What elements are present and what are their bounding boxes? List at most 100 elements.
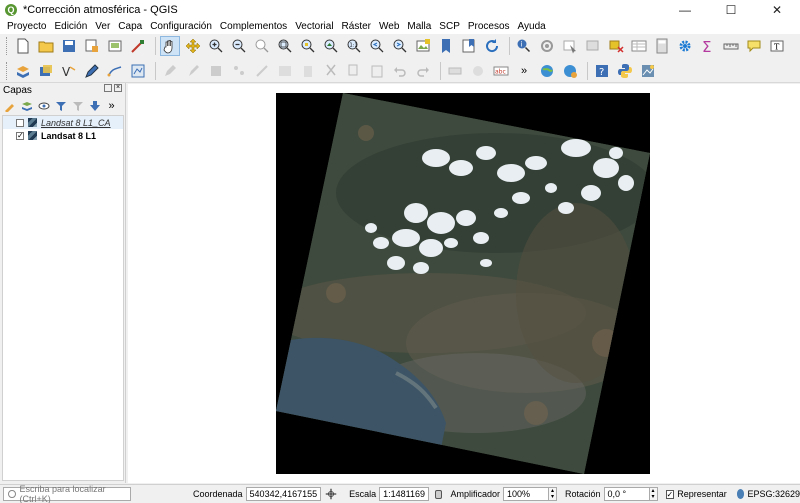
select-by-value-icon[interactable] (583, 36, 603, 56)
save-project-icon[interactable] (59, 36, 79, 56)
label-tool-icon[interactable] (445, 61, 465, 81)
print-layout-icon[interactable] (105, 36, 125, 56)
panel-overflow-icon[interactable]: » (105, 100, 118, 113)
add-group-icon[interactable] (20, 100, 33, 113)
zoom-in-icon[interactable] (206, 36, 226, 56)
coordinate-toggle-icon[interactable] (324, 487, 338, 501)
label-abc-icon[interactable]: abc (491, 61, 511, 81)
filter-legend-icon[interactable] (54, 100, 67, 113)
menu-scp[interactable]: SCP (435, 20, 464, 34)
zoom-to-layer-icon[interactable] (321, 36, 341, 56)
menu-complementos[interactable]: Complementos (216, 20, 291, 34)
save-as-icon[interactable] (82, 36, 102, 56)
rotation-spin-arrows-icon[interactable]: ▴ ▾ (649, 487, 658, 501)
toolbar-overflow-icon[interactable]: » (514, 61, 534, 81)
menu-capa[interactable]: Capa (114, 20, 146, 34)
zoom-full-icon[interactable] (275, 36, 295, 56)
digitize-icon[interactable] (105, 61, 125, 81)
scp-plugin-icon[interactable] (36, 61, 56, 81)
expand-all-icon[interactable] (88, 100, 101, 113)
add-feature-icon[interactable] (229, 61, 249, 81)
panel-close-icon[interactable]: × (114, 84, 122, 92)
edit-pencil-icon[interactable] (82, 61, 102, 81)
layer-visibility-checkbox[interactable] (16, 118, 24, 127)
paste-features-icon[interactable] (367, 61, 387, 81)
menu-procesos[interactable]: Procesos (464, 20, 514, 34)
refresh-icon[interactable] (482, 36, 502, 56)
menu-raster[interactable]: Ráster (338, 20, 375, 34)
menu-proyecto[interactable]: Proyecto (3, 20, 50, 34)
redo-icon[interactable] (413, 61, 433, 81)
map-tips-icon[interactable] (744, 36, 764, 56)
manage-visibility-icon[interactable] (37, 100, 50, 113)
python-console-icon[interactable] (615, 61, 635, 81)
layer-item[interactable]: Landsat 8 L1_CA (3, 116, 123, 129)
menu-ver[interactable]: Ver (91, 20, 114, 34)
zoom-out-icon[interactable] (229, 36, 249, 56)
vertex-editor-icon[interactable] (128, 61, 148, 81)
data-source-manager-icon[interactable] (13, 61, 33, 81)
deselect-all-icon[interactable] (606, 36, 626, 56)
attribute-table-icon[interactable] (629, 36, 649, 56)
pan-hand-icon[interactable] (160, 36, 180, 56)
show-bookmarks-icon[interactable] (459, 36, 479, 56)
field-calculator-icon[interactable] (652, 36, 672, 56)
render-checkbox[interactable]: ✓ (665, 489, 675, 499)
run-feature-action-icon[interactable] (537, 36, 557, 56)
new-vector-layer-icon[interactable]: V (59, 61, 79, 81)
crs-status[interactable]: EPSG:32629 (747, 489, 800, 499)
georeferencer-icon[interactable] (638, 61, 658, 81)
undo-icon[interactable] (390, 61, 410, 81)
toolbar-handle[interactable] (6, 61, 9, 80)
select-features-icon[interactable] (560, 36, 580, 56)
zoom-next-icon[interactable] (390, 36, 410, 56)
layer-visibility-checkbox[interactable]: ✓ (16, 131, 24, 140)
scale-lock-icon[interactable] (435, 489, 443, 499)
modify-attributes-icon[interactable] (275, 61, 295, 81)
rotation-field[interactable]: 0,0 ° (603, 487, 650, 501)
vertex-tool-icon[interactable] (252, 61, 272, 81)
delete-selected-icon[interactable] (298, 61, 318, 81)
maximize-button[interactable]: ☐ (708, 0, 754, 20)
cut-features-icon[interactable] (321, 61, 341, 81)
toolbox-gear-icon[interactable] (675, 36, 695, 56)
help-icon[interactable]: ? (592, 61, 612, 81)
filter-expression-icon[interactable] (71, 100, 84, 113)
zoom-last-icon[interactable] (367, 36, 387, 56)
close-button[interactable]: ✕ (754, 0, 800, 20)
menu-ayuda[interactable]: Ayuda (514, 20, 550, 34)
new-bookmark-icon[interactable] (436, 36, 456, 56)
panel-float-icon[interactable] (104, 84, 112, 92)
magnifier-field[interactable]: 100% (502, 487, 549, 501)
zoom-native-icon[interactable]: 1:1 (344, 36, 364, 56)
minimize-button[interactable]: — (662, 0, 708, 20)
pan-to-selection-icon[interactable] (183, 36, 203, 56)
map-canvas[interactable] (128, 84, 800, 483)
magnifier-spinbox[interactable]: 100% ▴ ▾ (502, 487, 557, 501)
magnifier-spin-arrows-icon[interactable]: ▴ ▾ (548, 487, 557, 501)
open-project-icon[interactable] (36, 36, 56, 56)
globe-plugin-icon[interactable] (537, 61, 557, 81)
menu-edicion[interactable]: Edición (50, 20, 91, 34)
style-manager-icon[interactable] (128, 36, 148, 56)
layer-item[interactable]: ✓ Landsat 8 L1 (3, 129, 123, 142)
menu-configuracion[interactable]: Configuración (146, 20, 216, 34)
new-map-view-icon[interactable] (413, 36, 433, 56)
rotation-spinbox[interactable]: 0,0 ° ▴ ▾ (603, 487, 658, 501)
zoom-to-selection-icon[interactable] (298, 36, 318, 56)
zoom-rubberband-icon[interactable] (252, 36, 272, 56)
coordinate-field[interactable]: 540342,4167155 (245, 487, 322, 501)
pin-labels-icon[interactable] (468, 61, 488, 81)
save-edits-icon[interactable] (206, 61, 226, 81)
menu-web[interactable]: Web (375, 20, 403, 34)
measure-line-icon[interactable] (721, 36, 741, 56)
layer-styling-icon[interactable] (3, 100, 16, 113)
copy-features-icon[interactable] (344, 61, 364, 81)
toggle-editing-icon[interactable] (160, 61, 180, 81)
scale-field[interactable]: 1:1481169 (379, 487, 430, 501)
menu-vectorial[interactable]: Vectorial (291, 20, 337, 34)
globe-settings-icon[interactable] (560, 61, 580, 81)
toolbar-handle[interactable] (6, 37, 9, 55)
identify-features-icon[interactable]: i (514, 36, 534, 56)
locator-search-input[interactable]: Escriba para localizar (Ctrl+K) (3, 484, 131, 503)
